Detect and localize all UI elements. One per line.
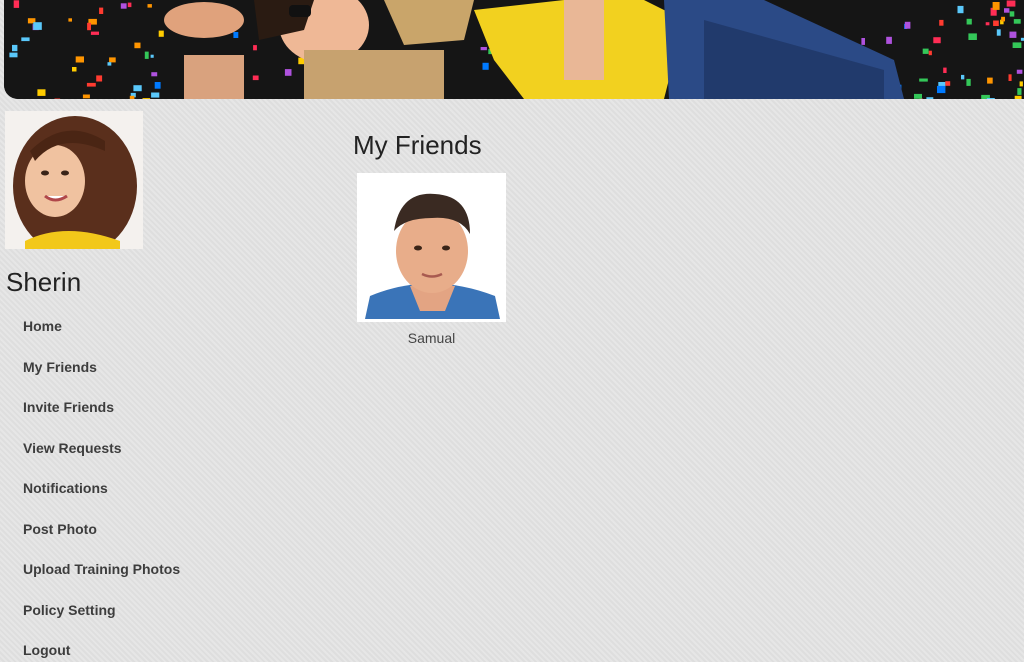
friend-card[interactable]: Samual bbox=[357, 173, 506, 346]
page-title: My Friends bbox=[353, 130, 482, 160]
nav-item-view-requests[interactable]: View Requests bbox=[23, 432, 180, 473]
nav-item-upload-training-photos[interactable]: Upload Training Photos bbox=[23, 553, 180, 594]
friend-name[interactable]: Samual bbox=[357, 330, 506, 346]
nav-item-my-friends[interactable]: My Friends bbox=[23, 351, 180, 392]
nav-item-invite-friends[interactable]: Invite Friends bbox=[23, 391, 180, 432]
header-banner-image bbox=[4, 0, 1024, 99]
nav-item-notifications[interactable]: Notifications bbox=[23, 472, 180, 513]
profile-avatar[interactable] bbox=[5, 111, 143, 249]
nav-item-policy-setting[interactable]: Policy Setting bbox=[23, 594, 180, 635]
nav-item-home[interactable]: Home bbox=[23, 310, 180, 351]
nav-item-logout[interactable]: Logout bbox=[23, 634, 180, 662]
nav-item-post-photo[interactable]: Post Photo bbox=[23, 513, 180, 554]
profile-name: Sherin bbox=[6, 267, 82, 297]
friend-avatar[interactable] bbox=[357, 173, 506, 322]
sidebar-nav: Home My Friends Invite Friends View Requ… bbox=[23, 310, 180, 662]
